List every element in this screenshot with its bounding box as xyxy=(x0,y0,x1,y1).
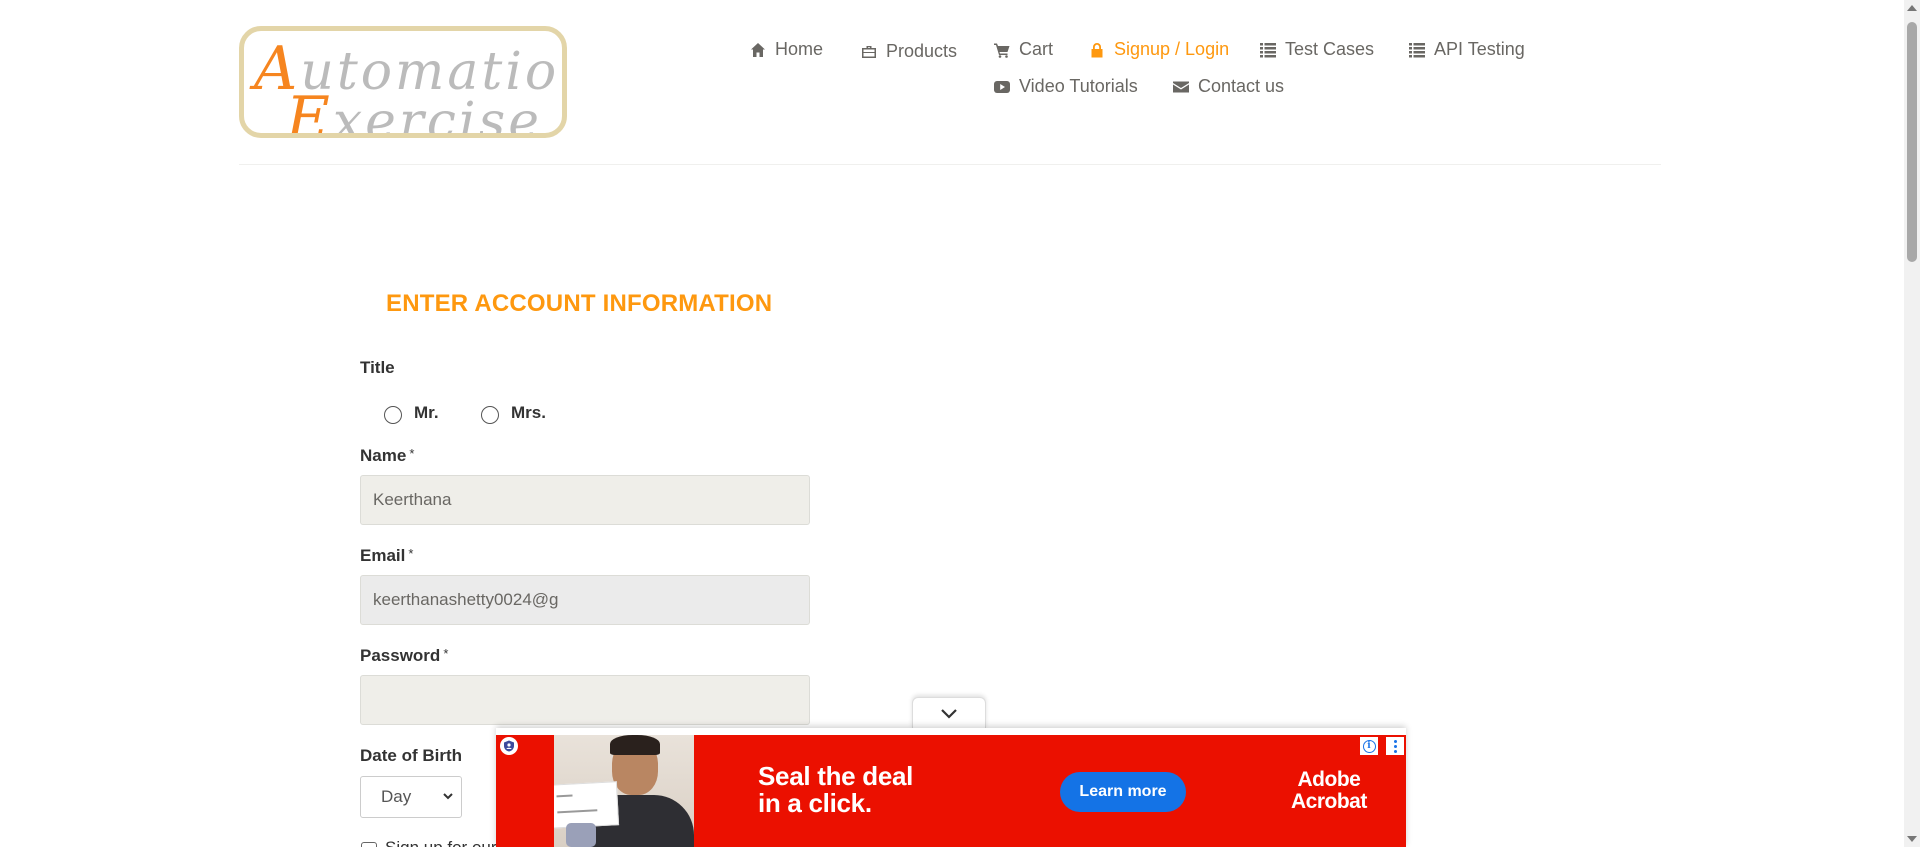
ad-headline: Seal the deal in a click. xyxy=(758,763,913,817)
ad-container: Seal the deal in a click. Learn more Ado… xyxy=(496,728,1406,847)
nav-api-testing-label: API Testing xyxy=(1434,39,1525,59)
site-logo[interactable]: Automation Exercise xyxy=(239,26,567,138)
ad-collapse-toggle[interactable] xyxy=(912,697,986,729)
form-title: ENTER ACCOUNT INFORMATION xyxy=(386,290,773,317)
radio-mrs-button[interactable] xyxy=(481,406,499,424)
chevron-down-icon xyxy=(941,708,957,719)
nav-test-cases[interactable]: Test Cases xyxy=(1260,39,1374,60)
page-scrollbar[interactable] xyxy=(1904,0,1920,847)
name-label: Name * xyxy=(360,446,414,466)
ad-image xyxy=(554,735,694,847)
scroll-down-arrow-icon[interactable] xyxy=(1907,836,1917,842)
ad-brand-line-2: Acrobat xyxy=(1291,790,1367,813)
dob-day-select[interactable]: Day xyxy=(360,776,462,818)
nav-test-cases-label: Test Cases xyxy=(1285,39,1375,59)
newsletter-checkbox[interactable] xyxy=(361,842,377,847)
nav-cart[interactable]: Cart xyxy=(994,39,1053,60)
nav-contact-us[interactable]: Contact us xyxy=(1173,76,1284,97)
dob-label: Date of Birth xyxy=(360,746,462,765)
email-label: Email * xyxy=(360,546,413,566)
nav-api-testing[interactable]: API Testing xyxy=(1409,39,1525,60)
nav-video-tutorials-label: Video Tutorials xyxy=(1019,76,1138,96)
phone-icon xyxy=(566,823,596,847)
list-icon xyxy=(1260,42,1276,57)
password-label-text: Password xyxy=(360,646,441,665)
ad-brand-line-1: Adobe xyxy=(1297,768,1361,791)
lock-icon xyxy=(1091,42,1103,57)
ad-headline-line-2: in a click. xyxy=(758,788,872,818)
nav-video-tutorials[interactable]: Video Tutorials xyxy=(994,76,1138,97)
name-label-text: Name xyxy=(360,446,407,465)
nav-products[interactable]: Products xyxy=(861,41,957,62)
scrollbar-thumb[interactable] xyxy=(1907,22,1917,262)
ad-brand: Adobe Acrobat xyxy=(1291,769,1367,813)
password-field[interactable] xyxy=(360,675,810,725)
list-icon xyxy=(1409,42,1425,57)
nav-signup-login[interactable]: Signup / Login xyxy=(1089,39,1229,60)
nav-home[interactable]: Home xyxy=(750,39,823,60)
ad-learn-more-button[interactable]: Learn more xyxy=(1060,772,1186,812)
logo-line-2: Exercise xyxy=(286,84,542,138)
chevron-down-icon xyxy=(443,793,453,800)
nav-signup-login-label: Signup / Login xyxy=(1114,39,1230,59)
ad-info-glyph: i xyxy=(1362,739,1376,753)
email-field[interactable]: keerthanashetty0024@g xyxy=(360,575,810,625)
radio-mrs-label: Mrs. xyxy=(511,402,546,422)
ad-info-icon[interactable]: i xyxy=(1360,737,1378,755)
radio-mrs[interactable]: Mrs. xyxy=(481,401,546,424)
name-field[interactable]: Keerthana xyxy=(360,475,810,525)
home-icon xyxy=(751,42,765,57)
scroll-up-arrow-icon[interactable] xyxy=(1907,5,1917,11)
document-icon xyxy=(554,781,620,829)
ad-headline-line-1: Seal the deal xyxy=(758,761,914,791)
cart-icon xyxy=(994,43,1010,58)
ad-privacy-icon[interactable] xyxy=(500,737,518,755)
ad-menu-icon[interactable] xyxy=(1386,737,1404,755)
email-label-text: Email xyxy=(360,546,406,565)
youtube-icon xyxy=(994,80,1010,93)
ad-banner[interactable]: Seal the deal in a click. Learn more Ado… xyxy=(496,735,1406,847)
name-required-mark: * xyxy=(409,446,415,461)
radio-mr[interactable]: Mr. xyxy=(384,401,439,424)
nav-home-label: Home xyxy=(775,39,824,59)
nav-cart-label: Cart xyxy=(1019,39,1054,59)
nav-contact-us-label: Contact us xyxy=(1198,76,1285,96)
radio-mr-button[interactable] xyxy=(384,406,402,424)
password-label: Password * xyxy=(360,646,448,666)
dob-day-value: Day xyxy=(381,787,412,806)
briefcase-icon xyxy=(862,45,876,58)
envelope-icon xyxy=(1173,81,1189,92)
email-required-mark: * xyxy=(408,546,414,561)
nav-products-label: Products xyxy=(886,41,958,61)
header-divider xyxy=(239,164,1661,165)
title-label: Title xyxy=(360,358,395,377)
radio-mr-label: Mr. xyxy=(414,402,439,422)
password-required-mark: * xyxy=(443,646,449,661)
